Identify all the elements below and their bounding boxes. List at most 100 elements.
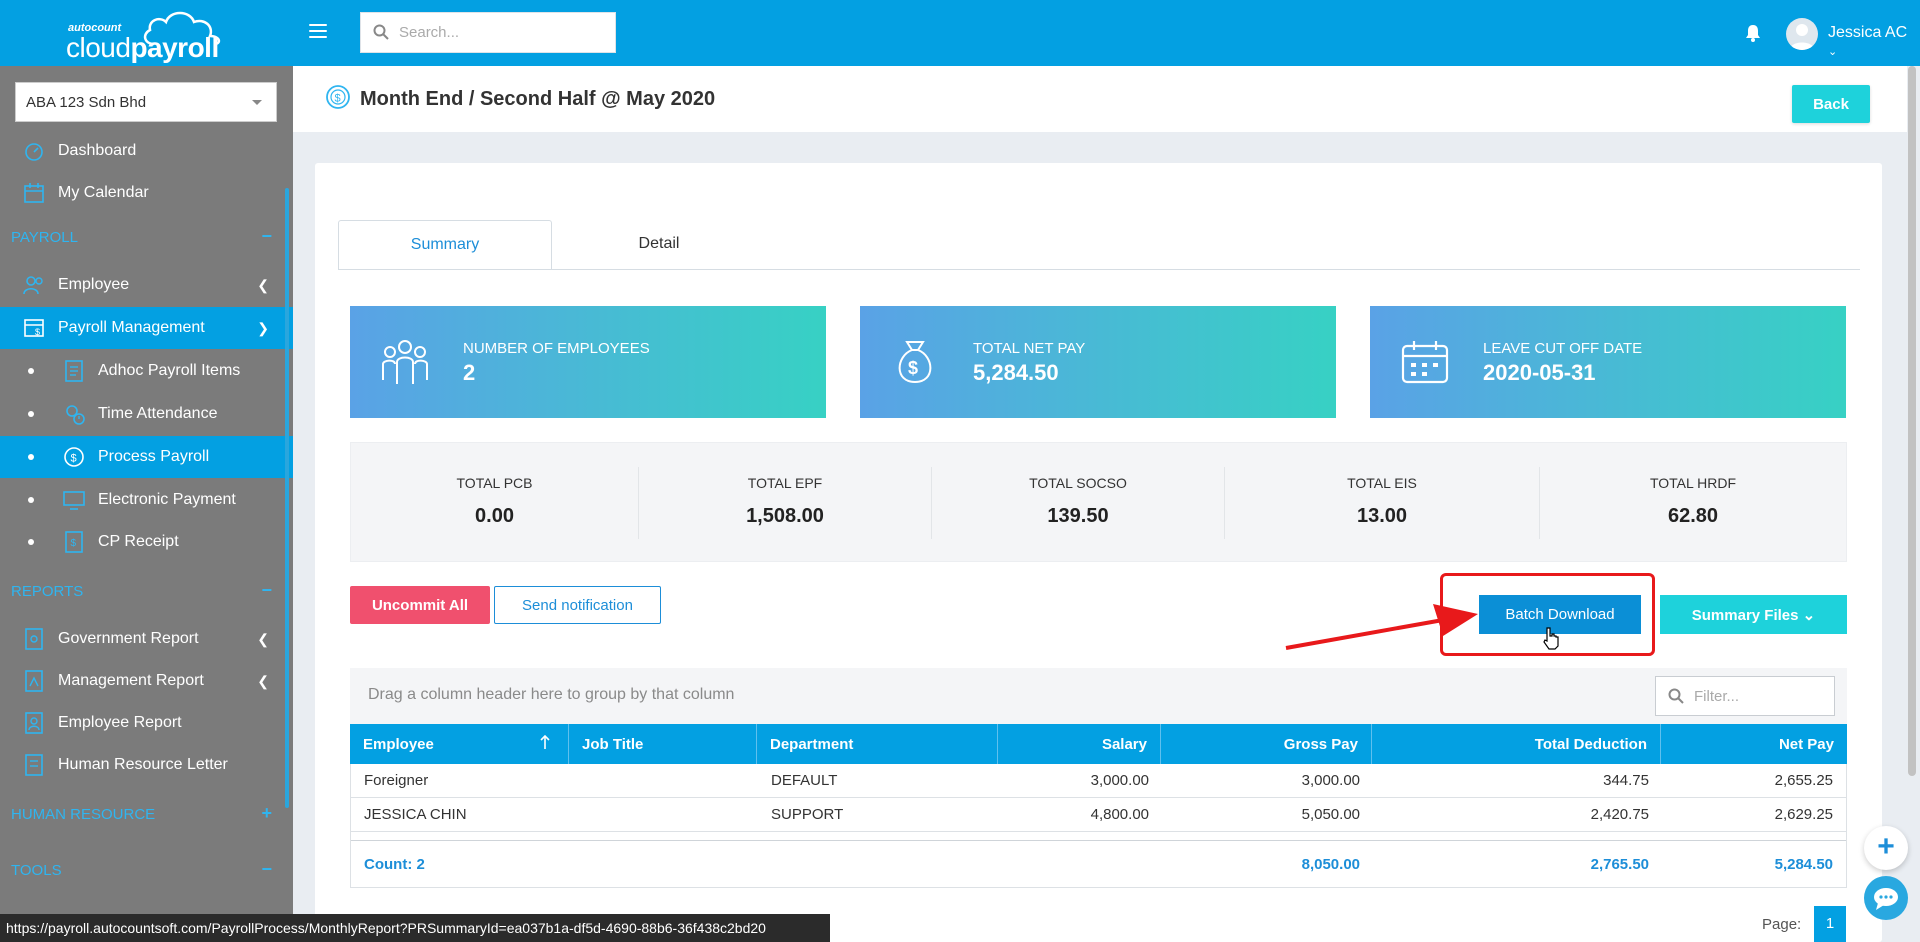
total-hrdf: TOTAL HRDF 62.80 [1540, 443, 1846, 561]
cell-net-pay: 2,655.25 [1774, 772, 1833, 789]
sidebar-item-electronic-payment[interactable]: Electronic Payment [0, 479, 293, 521]
cell-salary: 4,800.00 [1090, 806, 1149, 823]
table-row[interactable]: JESSICA CHIN SUPPORT 4,800.00 5,050.00 2… [351, 798, 1846, 832]
money-bag-icon: $ [898, 341, 932, 384]
column-header-employee[interactable]: Employee [350, 724, 569, 764]
filter-input[interactable] [1694, 677, 1829, 715]
svg-text:$: $ [71, 538, 77, 549]
section-payroll[interactable]: PAYROLL [11, 229, 78, 246]
tab-detail[interactable]: Detail [552, 220, 766, 270]
sidebar-item-process-payroll[interactable]: $ Process Payroll [0, 436, 293, 478]
sidebar-item-adhoc[interactable]: Adhoc Payroll Items [0, 350, 293, 392]
sidebar-item-government-report[interactable]: Government Report ❮ [0, 618, 293, 660]
page-scrollbar[interactable] [1908, 66, 1916, 776]
cell-department: SUPPORT [771, 806, 844, 823]
bullet [28, 497, 34, 503]
sidebar-item-label: Electronic Payment [98, 491, 236, 508]
sidebar-item-label: Human Resource Letter [58, 756, 228, 773]
tab-divider [338, 269, 1860, 270]
column-header-job-title[interactable]: Job Title [569, 724, 757, 764]
user-avatar-icon [1790, 24, 1814, 50]
total-eis: TOTAL EIS 13.00 [1225, 443, 1539, 561]
dashboard-icon [25, 143, 43, 161]
group-drop-area[interactable]: Drag a column header here to group by th… [350, 668, 1847, 724]
column-header-net-pay[interactable]: Net Pay [1661, 724, 1847, 764]
send-notification-button[interactable]: Send notification [494, 586, 661, 624]
page-button-current[interactable]: 1 [1814, 906, 1846, 942]
chevron-left-icon: ❮ [257, 673, 269, 689]
collapse-tools-icon[interactable]: − [261, 859, 272, 880]
uncommit-all-button[interactable]: Uncommit All [350, 586, 490, 624]
chevron-down-icon: ⌄ [1802, 606, 1816, 624]
sidebar-item-management-report[interactable]: Management Report ❮ [0, 660, 293, 702]
total-label: TOTAL EIS [1347, 475, 1417, 491]
svg-text:$: $ [71, 453, 77, 465]
process-payroll-icon: $ [64, 447, 84, 467]
section-reports[interactable]: REPORTS [11, 583, 83, 600]
user-name: Jessica AC [1828, 24, 1908, 41]
column-header-salary[interactable]: Salary [998, 724, 1161, 764]
sidebar-item-cp-receipt[interactable]: $ CP Receipt [0, 521, 293, 563]
back-button[interactable]: Back [1792, 85, 1870, 123]
footer-deduction-total: 2,765.50 [1590, 855, 1649, 873]
sidebar-item-employee-report[interactable]: Employee Report [0, 702, 293, 744]
tab-summary[interactable]: Summary [338, 220, 552, 270]
payroll-management-icon: $ [24, 319, 44, 337]
cell-employee: Foreigner [364, 772, 429, 789]
svg-text:$: $ [335, 93, 341, 105]
app-logo[interactable]: autocount cloudpayroll [64, 8, 232, 63]
collapse-reports-icon[interactable]: − [261, 580, 272, 601]
sidebar-item-label: Employee Report [58, 714, 182, 731]
svg-text:$: $ [35, 327, 40, 337]
total-value: 139.50 [1047, 505, 1109, 527]
footer-net-total: 5,284.50 [1774, 855, 1833, 873]
company-name: ABA 123 Sdn Bhd [26, 94, 147, 111]
chat-icon [1874, 888, 1898, 910]
section-human-resource[interactable]: HUMAN RESOURCE [11, 806, 155, 823]
report-icon [25, 670, 43, 692]
user-report-icon [25, 712, 43, 734]
total-label: TOTAL HRDF [1649, 475, 1737, 491]
sidebar-item-employee[interactable]: Employee ❮ [0, 264, 293, 306]
total-label: TOTAL PCB [456, 475, 533, 491]
sidebar-item-dashboard[interactable]: Dashboard [0, 130, 293, 172]
team-icon [382, 340, 428, 384]
stat-value: 2020-05-31 [1483, 360, 1596, 385]
table-row[interactable]: Foreigner DEFAULT 3,000.00 3,000.00 344.… [351, 764, 1846, 798]
letter-icon [25, 754, 43, 776]
total-label: TOTAL SOCSO [1029, 475, 1127, 491]
total-value: 0.00 [475, 505, 514, 527]
search-box[interactable] [360, 12, 616, 53]
section-tools[interactable]: TOOLS [11, 862, 62, 879]
sidebar-item-time-attendance[interactable]: Time Attendance [0, 393, 293, 435]
clock-user-icon [66, 405, 85, 425]
column-header-gross-pay[interactable]: Gross Pay [1161, 724, 1372, 764]
add-fab-button[interactable]: + [1864, 826, 1908, 870]
sidebar-item-label: Employee [58, 276, 130, 293]
receipt-icon: $ [65, 531, 83, 553]
svg-text:$: $ [908, 358, 918, 378]
menu-toggle-icon[interactable] [309, 24, 327, 40]
sidebar-item-payroll-management[interactable]: $ Payroll Management ❯ [0, 307, 293, 349]
cell-total-deduction: 2,420.75 [1590, 806, 1649, 823]
user-menu[interactable]: Jessica AC ⌄ [1828, 24, 1920, 60]
search-input[interactable] [399, 13, 609, 52]
sidebar-item-hr-letter[interactable]: Human Resource Letter [0, 744, 293, 786]
column-header-department[interactable]: Department [757, 724, 998, 764]
grid-header-row: Employee Job Title Department Salary Gro… [350, 724, 1847, 764]
sidebar-item-calendar[interactable]: My Calendar [0, 172, 293, 214]
summary-files-button[interactable]: Summary Files ⌄ [1660, 595, 1847, 634]
cell-salary: 3,000.00 [1090, 772, 1149, 789]
avatar[interactable] [1786, 18, 1818, 50]
sidebar: ABA 123 Sdn Bhd Dashboard My Calendar PA… [0, 66, 293, 942]
bullet [28, 454, 34, 460]
total-value: 62.80 [1667, 505, 1719, 527]
filter-box[interactable] [1655, 676, 1835, 716]
bell-icon[interactable] [1744, 24, 1762, 42]
company-select[interactable]: ABA 123 Sdn Bhd [15, 82, 277, 122]
expand-hr-icon[interactable]: + [261, 803, 272, 824]
collapse-payroll-icon[interactable]: − [261, 226, 272, 247]
sidebar-scrollbar[interactable] [285, 188, 289, 808]
column-header-total-deduction[interactable]: Total Deduction [1372, 724, 1661, 764]
chat-fab-button[interactable] [1864, 876, 1908, 920]
